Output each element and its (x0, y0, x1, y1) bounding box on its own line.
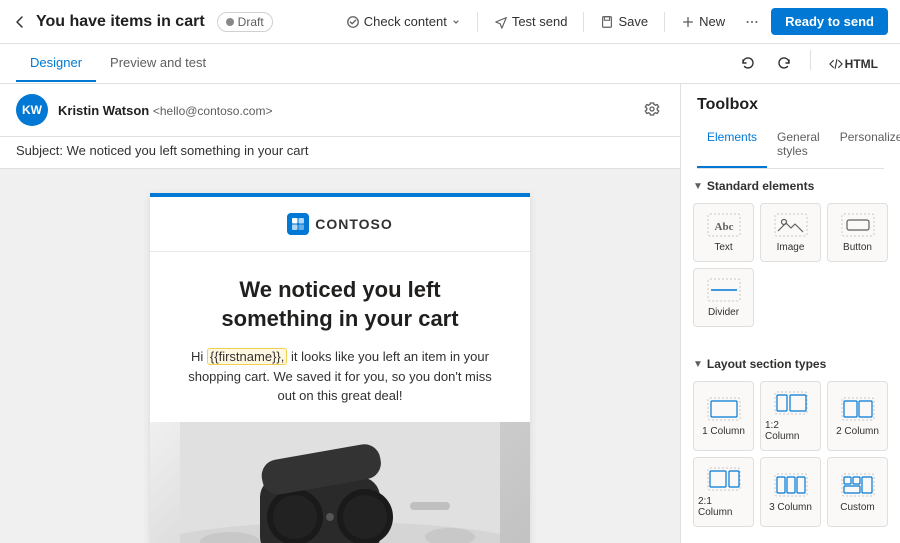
page-title: You have items in cart (36, 13, 205, 31)
subject-value: We noticed you left something in your ca… (67, 143, 309, 158)
email-canvas: CONTOSO We noticed you left something in… (150, 193, 530, 543)
email-header[interactable]: CONTOSO (150, 197, 530, 252)
divider-element-label: Divider (708, 307, 739, 318)
brand-icon (287, 213, 309, 235)
text-element-label: Text (714, 242, 732, 253)
layout-section-label: Layout section types (707, 357, 826, 371)
layout-section-header[interactable]: ▼ Layout section types (693, 357, 888, 371)
standard-elements-section: ▼ Standard elements Abc Text Image (681, 169, 900, 347)
email-image-block[interactable] (150, 422, 530, 543)
sender-name: Kristin Watson (58, 103, 149, 118)
standard-elements-header[interactable]: ▼ Standard elements (693, 179, 888, 193)
nav-tabs: Designer Preview and test HTML (0, 44, 900, 84)
1col-label: 1 Column (702, 426, 745, 437)
chevron-down-icon: ▼ (693, 359, 703, 370)
draft-badge: Draft (217, 12, 273, 32)
html-label: HTML (845, 57, 878, 71)
subtext-before: Hi (191, 349, 207, 364)
redo-button[interactable] (770, 50, 798, 78)
3-column-layout[interactable]: 3 Column (760, 457, 821, 527)
tab-designer[interactable]: Designer (16, 45, 96, 82)
new-button[interactable]: New (673, 9, 733, 34)
3col-label: 3 Column (769, 502, 812, 513)
custom-icon (840, 472, 876, 498)
text-icon: Abc (706, 212, 742, 238)
draft-dot (226, 18, 234, 26)
text-element[interactable]: Abc Text (693, 203, 754, 262)
1col-icon (706, 396, 742, 422)
subject-label: Subject: (16, 143, 63, 158)
top-bar-actions: Check content Test send Save New Ready t… (338, 8, 888, 35)
divider-icon (706, 277, 742, 303)
test-send-button[interactable]: Test send (486, 9, 576, 34)
settings-button[interactable] (640, 97, 664, 124)
divider (477, 12, 478, 32)
email-area: KW Kristin Watson <hello@contoso.com> Su… (0, 84, 680, 543)
divider (664, 12, 665, 32)
toolbox-tab-general-styles[interactable]: General styles (767, 122, 830, 168)
divider-element[interactable]: Divider (693, 268, 754, 327)
avatar: KW (16, 94, 48, 126)
2-1col-label: 2:1 Column (698, 496, 749, 518)
toolbox-tabs: Elements General styles Personalize (697, 122, 884, 169)
2-1col-icon (706, 466, 742, 492)
standard-elements-label: Standard elements (707, 179, 814, 193)
button-element[interactable]: Button (827, 203, 888, 262)
image-element-label: Image (777, 242, 805, 253)
svg-text:Abc: Abc (714, 221, 733, 233)
toolbox-title: Toolbox (697, 96, 884, 114)
chevron-down-icon: ▼ (693, 181, 703, 192)
1-2col-label: 1:2 Column (765, 420, 816, 442)
top-bar: You have items in cart Draft Check conte… (0, 0, 900, 44)
subject-bar: Subject: We noticed you left something i… (0, 137, 680, 169)
divider (583, 12, 584, 32)
2col-icon (840, 396, 876, 422)
html-button[interactable]: HTML (823, 50, 884, 78)
nav-tab-right: HTML (734, 50, 884, 78)
3col-icon (773, 472, 809, 498)
1-2-column-layout[interactable]: 1:2 Column (760, 381, 821, 451)
2col-label: 2 Column (836, 426, 879, 437)
email-headline: We noticed you left something in your ca… (182, 276, 498, 333)
brand-logo: CONTOSO (287, 213, 393, 235)
undo-button[interactable] (734, 50, 762, 78)
image-element[interactable]: Image (760, 203, 821, 262)
layout-grid: 1 Column 1:2 Column 2 Column (693, 381, 888, 527)
toolbox-tab-elements[interactable]: Elements (697, 122, 767, 168)
button-element-label: Button (843, 242, 872, 253)
2-1-column-layout[interactable]: 2:1 Column (693, 457, 754, 527)
ready-to-send-button[interactable]: Ready to send (771, 8, 888, 35)
draft-label: Draft (238, 15, 264, 29)
toolbox: Toolbox Elements General styles Personal… (680, 84, 900, 543)
custom-layout[interactable]: Custom (827, 457, 888, 527)
check-content-button[interactable]: Check content (338, 9, 469, 34)
more-button[interactable] (737, 10, 767, 34)
divider (810, 50, 811, 70)
1-column-layout[interactable]: 1 Column (693, 381, 754, 451)
tab-preview-and-test[interactable]: Preview and test (96, 45, 220, 82)
brand-name: CONTOSO (315, 216, 393, 232)
layout-section: ▼ Layout section types 1 Column 1:2 Colu… (681, 347, 900, 537)
product-image-placeholder (150, 422, 530, 543)
custom-label: Custom (840, 502, 874, 513)
personalization-tag: {{firstname}}, (207, 348, 287, 365)
main-layout: KW Kristin Watson <hello@contoso.com> Su… (0, 84, 900, 543)
email-body[interactable]: We noticed you left something in your ca… (150, 252, 530, 422)
back-button[interactable] (12, 14, 28, 30)
toolbox-tab-personalize[interactable]: Personalize (830, 122, 900, 168)
sender-info: Kristin Watson <hello@contoso.com> (58, 103, 630, 118)
sender-email: <hello@contoso.com> (153, 104, 273, 118)
email-subtext: Hi {{firstname}}, it looks like you left… (182, 347, 498, 406)
2-column-layout[interactable]: 2 Column (827, 381, 888, 451)
toolbox-header: Toolbox Elements General styles Personal… (681, 84, 900, 169)
elements-grid: Abc Text Image Button (693, 203, 888, 327)
1-2col-icon (773, 390, 809, 416)
image-icon (773, 212, 809, 238)
button-icon (840, 212, 876, 238)
email-canvas-area: CONTOSO We noticed you left something in… (0, 169, 680, 543)
email-meta: KW Kristin Watson <hello@contoso.com> (0, 84, 680, 137)
save-button[interactable]: Save (592, 9, 656, 34)
